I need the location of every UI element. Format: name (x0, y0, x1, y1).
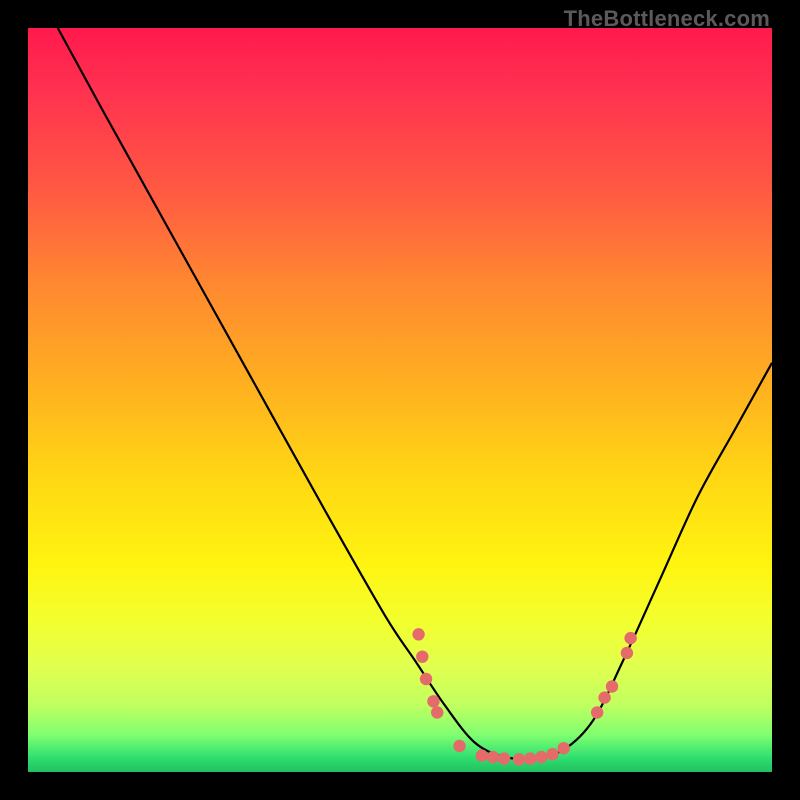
scatter-point (513, 753, 525, 765)
scatter-point (621, 647, 633, 659)
chart-svg (28, 28, 772, 772)
scatter-point (557, 742, 569, 754)
scatter-points (412, 628, 636, 765)
scatter-point (487, 751, 499, 763)
scatter-point (476, 749, 488, 761)
chart-stage: TheBottleneck.com (0, 0, 800, 800)
scatter-point (546, 748, 558, 760)
scatter-point (420, 673, 432, 685)
scatter-point (598, 691, 610, 703)
scatter-point (606, 680, 618, 692)
scatter-point (624, 632, 636, 644)
scatter-point (535, 751, 547, 763)
scatter-point (431, 706, 443, 718)
scatter-point (412, 628, 424, 640)
scatter-point (453, 740, 465, 752)
scatter-point (498, 752, 510, 764)
bottleneck-curve (58, 28, 772, 759)
scatter-point (427, 695, 439, 707)
scatter-point (524, 752, 536, 764)
plot-area (28, 28, 772, 772)
scatter-point (591, 706, 603, 718)
scatter-point (416, 650, 428, 662)
